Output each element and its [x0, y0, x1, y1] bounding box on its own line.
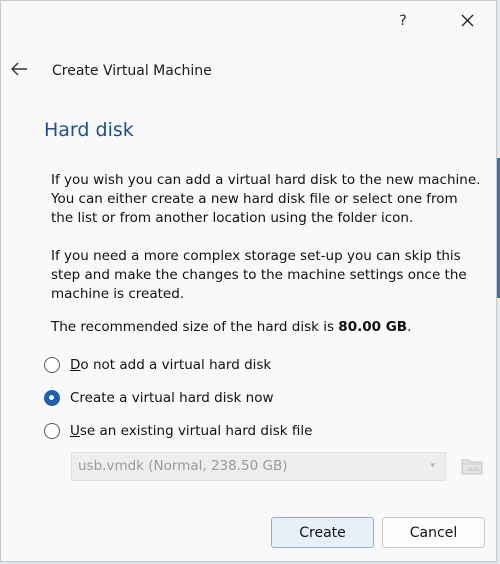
radio-label: Use an existing virtual hard disk file	[70, 423, 313, 439]
recommended-prefix: The recommended size of the hard disk is	[51, 319, 339, 335]
radio-create-disk[interactable]: Create a virtual hard disk now	[44, 387, 274, 409]
dialog-window: ? Create Virtual Machine Hard disk If yo…	[0, 0, 497, 562]
recommended-size-text: The recommended size of the hard disk is…	[51, 318, 481, 337]
radio-no-disk[interactable]: Do not add a virtual hard disk	[44, 354, 271, 376]
chevron-down-icon: ▾	[430, 461, 435, 471]
radio-button[interactable]	[44, 423, 60, 439]
intro-paragraph: If you wish you can add a virtual hard d…	[51, 172, 481, 226]
radio-button-selected[interactable]	[44, 390, 60, 406]
folder-icon	[461, 459, 483, 475]
storage-paragraph: If you need a more complex storage set-u…	[51, 248, 467, 302]
radio-button[interactable]	[44, 357, 60, 373]
existing-disk-value: usb.vmdk (Normal, 238.50 GB)	[78, 458, 288, 474]
recommended-size-value: 80.00 GB	[338, 319, 408, 335]
create-button[interactable]: Create	[271, 517, 374, 548]
back-button[interactable]	[9, 59, 35, 83]
window-title: Create Virtual Machine	[52, 63, 212, 79]
radio-existing-disk[interactable]: Use an existing virtual hard disk file	[44, 420, 312, 442]
radio-label: Do not add a virtual hard disk	[70, 357, 272, 373]
radio-label: Create a virtual hard disk now	[70, 390, 274, 406]
arrow-left-icon	[11, 62, 27, 76]
page-heading: Hard disk	[44, 119, 134, 141]
close-button[interactable]	[453, 9, 481, 33]
help-button[interactable]: ?	[389, 9, 417, 33]
cancel-button[interactable]: Cancel	[382, 517, 485, 548]
close-icon	[461, 14, 473, 27]
choose-disk-folder-button[interactable]	[460, 455, 486, 479]
recommended-suffix: .	[407, 319, 412, 335]
existing-disk-select[interactable]: usb.vmdk (Normal, 238.50 GB) ▾	[71, 452, 446, 481]
